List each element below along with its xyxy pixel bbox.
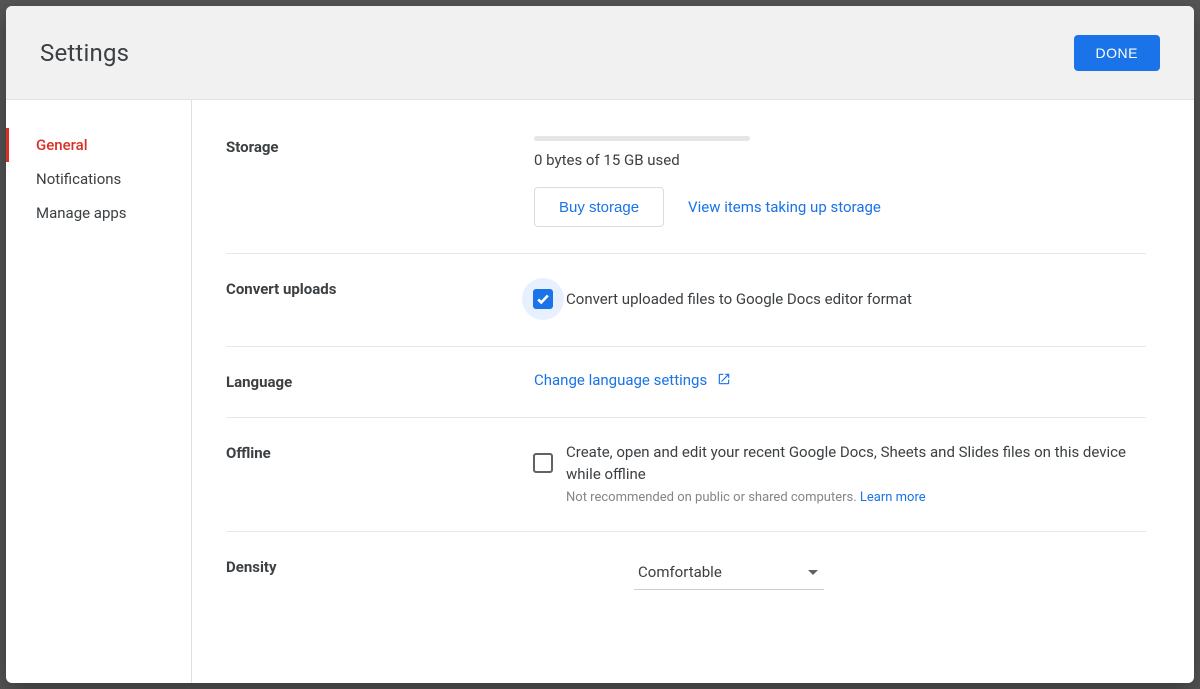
section-label-convert: Convert uploads [226, 278, 534, 320]
settings-content: Storage 0 bytes of 15 GB used Buy storag… [192, 100, 1194, 683]
dialog-header: Settings DONE [6, 6, 1194, 100]
density-select[interactable]: Comfortable [634, 556, 824, 590]
density-selected-value: Comfortable [638, 563, 722, 581]
section-label-storage: Storage [226, 136, 534, 227]
section-density: Density Comfortable [226, 532, 1146, 616]
check-icon [536, 292, 550, 306]
convert-checkbox-wrap [522, 278, 564, 320]
change-language-label: Change language settings [534, 371, 707, 389]
chevron-down-icon [808, 570, 818, 575]
buy-storage-button[interactable]: Buy storage [534, 187, 664, 227]
change-language-link[interactable]: Change language settings [534, 371, 731, 389]
section-body-convert: Convert uploaded files to Google Docs ed… [534, 278, 1146, 320]
storage-usage-bar [534, 136, 750, 141]
section-label-density: Density [226, 556, 534, 590]
offline-label: Create, open and edit your recent Google… [566, 442, 1146, 486]
convert-uploads-label: Convert uploaded files to Google Docs ed… [566, 290, 912, 308]
done-button[interactable]: DONE [1074, 35, 1160, 71]
offline-checkbox-wrap [522, 442, 564, 484]
sidebar-item-notifications[interactable]: Notifications [6, 162, 191, 196]
section-convert-uploads: Convert uploads Convert uploaded files t… [226, 254, 1146, 347]
settings-sidebar: General Notifications Manage apps [6, 100, 192, 683]
offline-hint: Not recommended on public or shared comp… [566, 490, 1146, 505]
storage-usage-text: 0 bytes of 15 GB used [534, 151, 1146, 169]
section-body-offline: Create, open and edit your recent Google… [534, 442, 1146, 505]
view-storage-items-link[interactable]: View items taking up storage [688, 198, 881, 216]
sidebar-item-general[interactable]: General [6, 128, 191, 162]
dialog-body: General Notifications Manage apps Storag… [6, 100, 1194, 683]
dialog-title: Settings [40, 39, 129, 67]
convert-uploads-checkbox[interactable] [533, 289, 553, 309]
section-body-language: Change language settings [534, 371, 1146, 391]
section-label-language: Language [226, 371, 534, 391]
offline-hint-text: Not recommended on public or shared comp… [566, 490, 860, 505]
storage-actions: Buy storage View items taking up storage [534, 187, 1146, 227]
settings-dialog: Settings DONE General Notifications Mana… [6, 6, 1194, 683]
section-language: Language Change language settings [226, 347, 1146, 418]
section-label-offline: Offline [226, 442, 534, 505]
section-offline: Offline Create, open and edit your recen… [226, 418, 1146, 532]
sidebar-item-manage-apps[interactable]: Manage apps [6, 196, 191, 230]
offline-learn-more-link[interactable]: Learn more [860, 490, 926, 505]
section-body-density: Comfortable [534, 556, 1146, 590]
section-storage: Storage 0 bytes of 15 GB used Buy storag… [226, 130, 1146, 254]
section-body-storage: 0 bytes of 15 GB used Buy storage View i… [534, 136, 1146, 227]
external-link-icon [717, 372, 731, 386]
offline-checkbox[interactable] [533, 453, 553, 473]
